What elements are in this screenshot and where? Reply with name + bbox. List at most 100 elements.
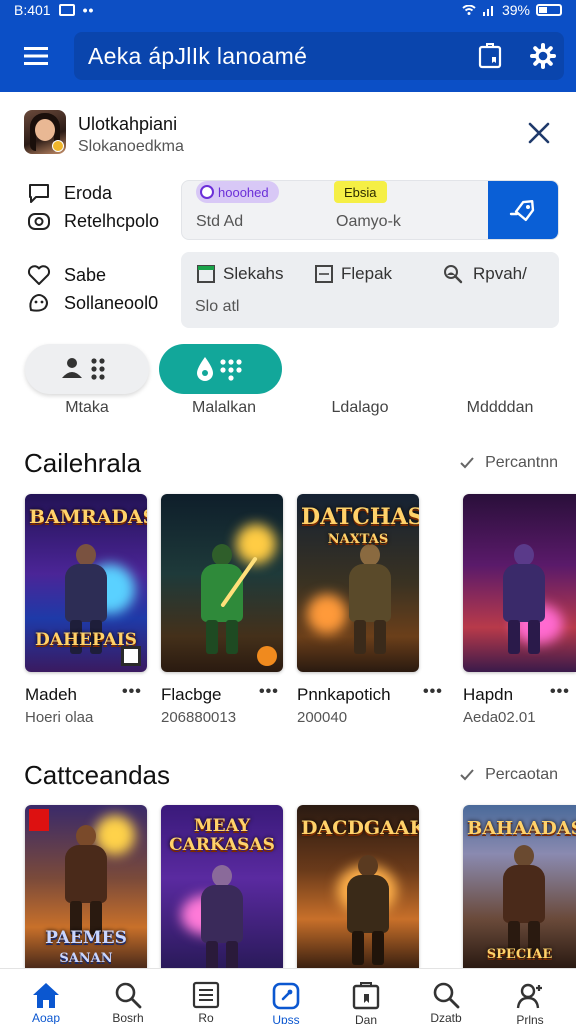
settings-button[interactable] (519, 32, 567, 80)
menu-button[interactable] (0, 20, 72, 92)
option-label: Flepak (341, 264, 393, 283)
close-icon (528, 122, 550, 144)
section-title: Cattceandas (24, 760, 170, 790)
game-art-subtitle: SPECIAE (486, 947, 553, 962)
tag-icon (509, 200, 535, 222)
more-options-icon[interactable]: ••• (550, 683, 570, 701)
chip-label: Malalkan (191, 399, 257, 416)
info-row-retelhcpolo[interactable]: Retelhcpolo (26, 208, 159, 234)
nav-apps[interactable]: Upss (254, 969, 318, 1024)
link-label: Percaotan (485, 766, 558, 783)
game-card[interactable] (161, 494, 283, 672)
game-card[interactable]: MEAY CARKASAS (161, 805, 283, 968)
library-button[interactable] (466, 32, 514, 80)
nav-label: Bosrh (112, 1011, 144, 1024)
game-character-art (493, 845, 555, 955)
profile-subtitle: Slokanoedkma (78, 138, 184, 155)
option-flepak[interactable]: Flepak (315, 264, 392, 284)
account-icon (514, 981, 546, 1011)
nav-label: Ro (198, 1011, 214, 1024)
profile-name: Ulotkahpiani (78, 114, 178, 134)
card-text-left: Std Ad (196, 213, 244, 230)
chip-label[interactable]: Mddddan (440, 399, 560, 417)
nav-label: Upss (272, 1013, 300, 1024)
qr-badge-icon (121, 646, 141, 666)
yellow-status-pill[interactable]: Ebsia (334, 181, 387, 203)
camera-icon (26, 208, 52, 234)
nav-account[interactable]: Prlns (498, 969, 562, 1024)
info-row-sollaneool0[interactable]: Sollaneool0 (26, 290, 158, 316)
search-icon (430, 981, 462, 1009)
game-character-art (55, 825, 117, 935)
nav-store[interactable]: Dan (334, 969, 398, 1024)
section-see-all-link[interactable]: Percantnn (459, 454, 558, 472)
radio-icon (200, 185, 214, 199)
game-title[interactable]: Madeh (25, 685, 77, 705)
game-art-title: MEAY CARKASAS (169, 816, 275, 855)
game-art-subtitle-2: SANAN (59, 951, 113, 966)
game-art-title: DATCHASK (301, 504, 419, 530)
search-person-icon (444, 265, 463, 284)
card-subtitle: Slo atl (195, 298, 240, 315)
battery-percent: 39% (501, 2, 530, 18)
game-card[interactable]: DACDGAAK (297, 805, 419, 968)
more-options-icon[interactable]: ••• (259, 683, 279, 701)
summary-card[interactable]: hooohed Ebsia Std Ad Oamyo-k (181, 180, 559, 240)
nav-search[interactable]: Dzatb (414, 969, 478, 1024)
option-rpvah[interactable]: Rpvah/ (441, 264, 527, 284)
square-icon (315, 265, 333, 283)
chip-label[interactable]: Ldalago (300, 399, 420, 417)
pill-label: Ebsia (344, 184, 377, 200)
game-art-title: DACDGAAK (301, 817, 419, 839)
checkbox-icon (197, 265, 215, 283)
app-bar: Aeka ápJlIk lanoamé (0, 20, 576, 92)
more-options-icon[interactable]: ••• (423, 683, 443, 701)
avatar[interactable] (24, 110, 66, 154)
chip-malalkan[interactable] (159, 344, 282, 394)
game-card[interactable]: BAMRADAS DAHEPAIS (25, 494, 147, 672)
info-row-sabe[interactable]: Sabe (26, 262, 106, 288)
tag-icon (29, 809, 49, 831)
nav-label: Dzatb (430, 1011, 462, 1024)
game-card[interactable] (463, 494, 576, 672)
card-action-button[interactable] (488, 181, 558, 239)
nav-browse[interactable]: Bosrh (96, 969, 160, 1024)
nav-label: Dan (354, 1013, 377, 1024)
info-row-eroda[interactable]: Eroda (26, 180, 112, 206)
list-icon (190, 981, 222, 1009)
game-meta: Aeda02.01 (463, 709, 536, 726)
more-notifications-icon: •• (82, 2, 95, 18)
game-title[interactable]: Pnnkapotich (297, 685, 391, 705)
game-title[interactable]: Hapdn (463, 685, 513, 705)
info-label: Sabe (64, 264, 107, 285)
chat-icon (26, 180, 52, 206)
gear-icon (530, 43, 556, 69)
smile-icon (26, 290, 52, 316)
more-options-icon[interactable]: ••• (122, 683, 142, 701)
gallery-notification-icon (58, 4, 75, 16)
game-card[interactable]: DATCHASK NAXTAS (297, 494, 419, 672)
info-label: Retelhcpolo (64, 210, 160, 231)
purple-status-pill[interactable]: hooohed (196, 181, 279, 203)
status-bar: B:401 •• 39% (0, 0, 576, 20)
bottom-navigation: Aoap Bosrh Ro Upss Dan Dzatb Prlns (0, 968, 576, 1024)
nav-list[interactable]: Ro (174, 969, 238, 1024)
battery-icon (536, 4, 562, 16)
game-character-art (191, 865, 253, 968)
clock: B:401 (14, 2, 51, 18)
game-title[interactable]: Flacbge (161, 685, 221, 705)
nav-home[interactable]: Aoap (14, 969, 78, 1024)
heart-icon (26, 262, 52, 288)
chip-mtaka[interactable] (25, 344, 149, 394)
section-see-all-link[interactable]: Percaotan (459, 766, 558, 784)
option-slekahs[interactable]: Slekahs (197, 264, 283, 284)
people-grid-icon (62, 358, 105, 380)
pill-label: hooohed (218, 184, 269, 200)
info-label: Sollaneool0 (64, 292, 159, 313)
home-icon (30, 981, 62, 1009)
options-card: Slekahs Flepak Rpvah/ Slo atl (181, 252, 559, 328)
game-card[interactable]: PAEMES SANAN (25, 805, 147, 968)
game-character-art (339, 544, 401, 654)
game-card[interactable]: BAHAADASK SPECIAE (463, 805, 576, 968)
close-button[interactable] (524, 118, 554, 148)
